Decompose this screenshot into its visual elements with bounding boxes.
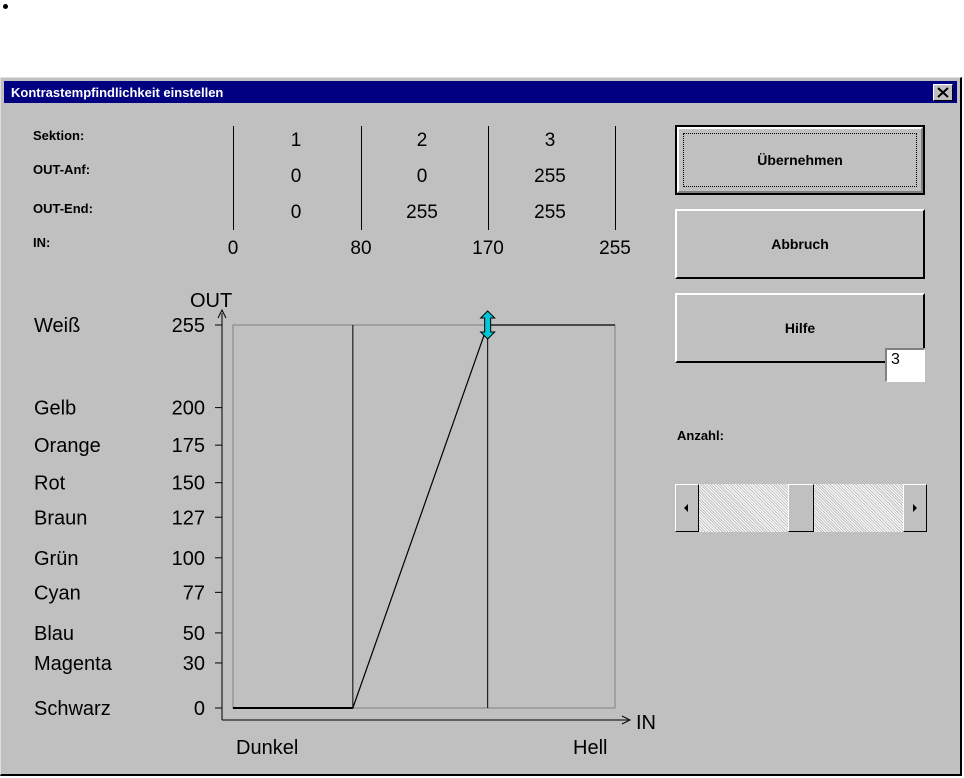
y-tick-label: 50 [183,623,205,645]
y-tick-label: 255 [172,315,205,337]
y-tick-label: 127 [172,507,205,529]
color-name-label: Schwarz [34,698,111,720]
y-tick-label: 30 [183,653,205,675]
color-name-label: Weiß [34,315,80,337]
color-name-label: Cyan [34,582,81,604]
y-tick-label: 77 [183,582,205,604]
y-tick-label: 150 [172,473,205,495]
x-end-label: Hell [573,737,607,759]
curve-chart[interactable]: 255 Weiß 200 Gelb 175 Orange 150 Rot 127 Braun 100… [0,0,964,778]
y-tick-label: 200 [172,398,205,420]
y-tick-label: 175 [172,435,205,457]
color-name-label: Gelb [34,398,76,420]
color-name-label: Rot [34,473,66,495]
plot-frame [232,324,616,709]
response-curve [233,324,615,709]
y-axis-label: OUT [190,290,232,312]
x-start-label: Dunkel [236,737,298,759]
y-tick-label: 100 [172,548,205,570]
color-name-label: Grün [34,548,78,570]
color-name-label: Orange [34,435,101,457]
y-tick-label: 0 [194,698,205,720]
color-name-label: Magenta [34,653,113,675]
color-name-label: Blau [34,623,74,645]
x-axis-label: IN [636,712,656,734]
color-name-label: Braun [34,507,87,529]
